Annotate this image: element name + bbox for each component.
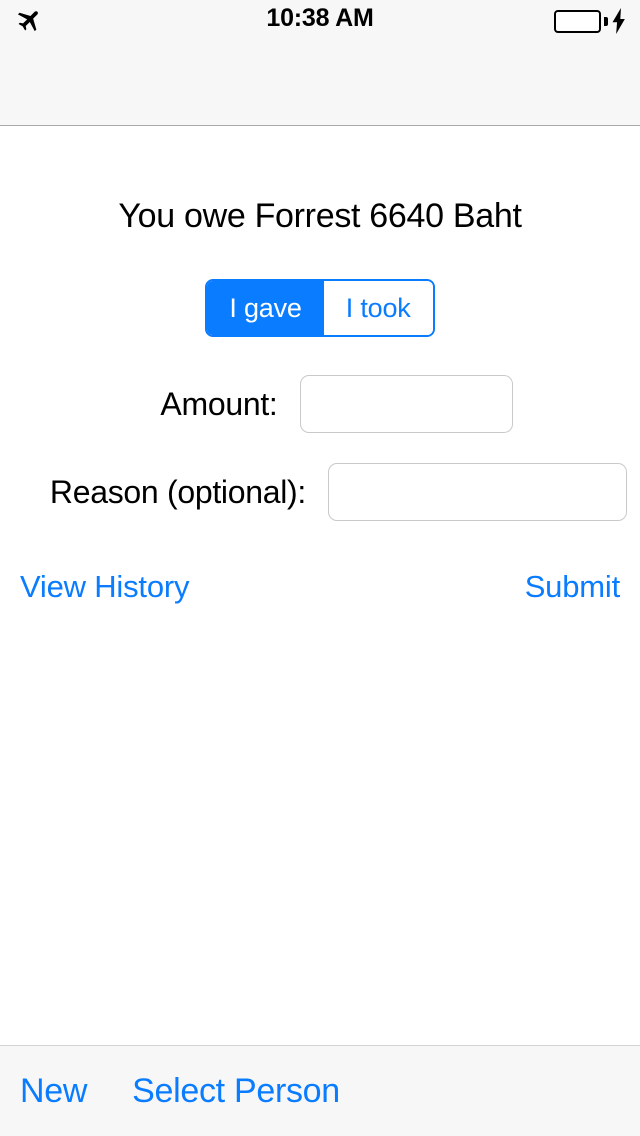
amount-row: Amount: (0, 375, 640, 433)
bottom-toolbar: New Select Person (0, 1045, 640, 1136)
reason-row: Reason (optional): (0, 463, 640, 521)
amount-label: Amount: (160, 385, 278, 422)
segment-i-took[interactable]: I took (323, 281, 433, 335)
submit-button[interactable]: Submit (525, 569, 620, 605)
status-bar-header: 10:38 AM (0, 0, 640, 126)
direction-toggle-container: I gave I took (0, 279, 640, 337)
battery-icon (554, 9, 601, 33)
select-person-button[interactable]: Select Person (132, 1072, 340, 1111)
new-button[interactable]: New (20, 1072, 87, 1111)
status-bar-time: 10:38 AM (266, 4, 374, 32)
reason-input[interactable] (328, 463, 627, 521)
lightning-bolt-icon (610, 8, 628, 34)
main-content: You owe Forrest 6640 Baht I gave I took … (0, 126, 640, 1045)
status-bar-right-group (554, 8, 628, 34)
battery-terminal-nub (604, 16, 608, 26)
segment-i-gave[interactable]: I gave (207, 281, 324, 335)
amount-input[interactable] (299, 375, 513, 433)
status-bar: 10:38 AM (0, 0, 640, 42)
balance-title: You owe Forrest 6640 Baht (118, 197, 522, 235)
reason-label: Reason (optional): (49, 473, 306, 510)
direction-segmented-control[interactable]: I gave I took (205, 279, 435, 337)
action-links-row: View History Submit (0, 569, 640, 605)
view-history-button[interactable]: View History (20, 569, 189, 605)
